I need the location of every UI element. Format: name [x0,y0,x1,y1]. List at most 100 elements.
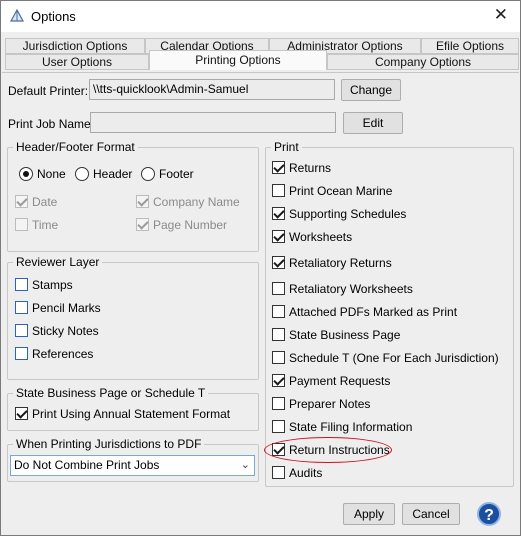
schedule-t-checkbox[interactable] [272,351,285,364]
print-item-state-business-page[interactable]: State Business Page [272,327,502,343]
time-option: Time [15,217,115,233]
state-business-page-label: State Business Page [289,328,401,342]
worksheets-checkbox[interactable] [272,230,285,243]
app-icon [9,8,25,22]
date-option: Date [15,194,115,210]
time-label: Time [32,218,59,232]
returns-label: Returns [289,161,332,175]
attached-pdfs-checkbox[interactable] [272,305,285,318]
print-item-ocean-marine[interactable]: Print Ocean Marine [272,183,502,199]
radio-header[interactable]: Header [75,167,135,183]
audits-checkbox[interactable] [272,466,285,479]
tab-company-options[interactable]: Company Options [327,54,519,70]
ocean-marine-checkbox[interactable] [272,184,285,197]
returns-checkbox[interactable] [272,161,285,174]
tab-user-options[interactable]: User Options [5,54,149,70]
stamps-option[interactable]: Stamps [15,277,215,293]
retaliatory-returns-checkbox[interactable] [272,256,285,269]
combine-print-jobs-value: Do Not Combine Print Jobs [14,458,160,472]
print-item-audits[interactable]: Audits [272,465,502,481]
radio-none-label: None [37,167,66,181]
state-business-page-checkbox[interactable] [272,328,285,341]
references-checkbox[interactable] [15,347,28,360]
sticky-notes-option[interactable]: Sticky Notes [15,323,215,339]
printing-options-panel: Default Printer: \\tts-quicklook\Admin-S… [2,72,519,496]
radio-footer[interactable]: Footer [141,167,201,183]
print-item-retaliatory-returns[interactable]: Retaliatory Returns [272,255,502,271]
preparer-notes-label: Preparer Notes [289,397,371,411]
cancel-button[interactable]: Cancel [402,503,460,525]
audits-label: Audits [289,466,323,480]
references-option[interactable]: References [15,346,215,362]
print-item-returns[interactable]: Returns [272,160,502,176]
ocean-marine-label: Print Ocean Marine [289,184,393,198]
annual-statement-option[interactable]: Print Using Annual Statement Format [15,406,250,422]
print-item-payment-requests[interactable]: Payment Requests [272,373,502,389]
help-icon[interactable]: ? [477,502,501,526]
radio-footer-control[interactable] [141,167,155,181]
company-name-label: Company Name [153,195,240,209]
sticky-notes-checkbox[interactable] [15,324,28,337]
state-filing-information-checkbox[interactable] [272,420,285,433]
page-number-checkbox [136,218,149,231]
references-label: References [32,347,94,361]
print-item-supporting-schedules[interactable]: Supporting Schedules [272,206,502,222]
jurisdictions-pdf-title: When Printing Jurisdictions to PDF [13,437,205,451]
print-item-attached-pdfs[interactable]: Attached PDFs Marked as Print [272,304,502,320]
pencil-marks-option[interactable]: Pencil Marks [15,300,215,316]
retaliatory-worksheets-checkbox[interactable] [272,282,285,295]
annual-statement-checkbox[interactable] [15,407,28,420]
radio-header-control[interactable] [75,167,89,181]
combine-print-jobs-select[interactable]: Do Not Combine Print Jobs ⌄ [10,455,255,476]
default-printer-label: Default Printer: [8,84,89,98]
chevron-down-icon[interactable]: ⌄ [241,456,250,475]
print-item-worksheets[interactable]: Worksheets [272,229,502,245]
payment-requests-checkbox[interactable] [272,374,285,387]
title-bar: Options ✕ [1,1,520,32]
date-label: Date [32,195,58,209]
pencil-marks-label: Pencil Marks [32,301,101,315]
print-job-name-field[interactable] [90,112,336,133]
apply-button[interactable]: Apply [343,503,395,525]
print-item-preparer-notes[interactable]: Preparer Notes [272,396,502,412]
retaliatory-returns-label: Retaliatory Returns [289,256,392,270]
close-icon[interactable]: ✕ [494,5,508,25]
retaliatory-worksheets-label: Retaliatory Worksheets [289,282,413,296]
radio-none[interactable]: None [19,167,79,183]
tab-efile-options[interactable]: Efile Options [421,38,519,54]
default-printer-field[interactable]: \\tts-quicklook\Admin-Samuel [89,79,335,100]
tab-jurisdiction-options[interactable]: Jurisdiction Options [5,38,145,54]
date-checkbox [15,195,28,208]
options-dialog: Options ✕ Jurisdiction Options Calendar … [0,0,521,536]
page-number-label: Page Number [153,218,228,232]
print-title: Print [271,140,302,154]
print-item-schedule-t[interactable]: Schedule T (One For Each Jurisdiction) [272,350,510,366]
header-footer-title: Header/Footer Format [13,140,138,154]
reviewer-layer-group: Reviewer Layer Stamps Pencil Marks Stick… [7,255,259,380]
return-instructions-highlight [264,437,392,463]
edit-button[interactable]: Edit [343,112,403,134]
print-item-state-filing-information[interactable]: State Filing Information [272,419,502,435]
supporting-schedules-checkbox[interactable] [272,207,285,220]
company-name-checkbox [136,195,149,208]
jurisdictions-pdf-group: When Printing Jurisdictions to PDF Do No… [7,437,259,482]
header-footer-group: Header/Footer Format None Header Footer … [7,140,259,252]
radio-footer-label: Footer [159,167,194,181]
page-number-option: Page Number [136,217,246,233]
supporting-schedules-label: Supporting Schedules [289,207,407,221]
payment-requests-label: Payment Requests [289,374,391,388]
pencil-marks-checkbox[interactable] [15,301,28,314]
annual-statement-label: Print Using Annual Statement Format [32,407,231,421]
state-filing-information-label: State Filing Information [289,420,413,434]
window-title: Options [31,9,76,24]
print-item-retaliatory-worksheets[interactable]: Retaliatory Worksheets [272,281,502,297]
print-job-name-label: Print Job Name: [8,117,95,131]
tab-printing-options[interactable]: Printing Options [149,50,327,70]
preparer-notes-checkbox[interactable] [272,397,285,410]
change-button[interactable]: Change [341,79,401,101]
reviewer-layer-title: Reviewer Layer [13,255,103,269]
radio-none-control[interactable] [19,167,33,181]
attached-pdfs-label: Attached PDFs Marked as Print [289,305,458,319]
stamps-checkbox[interactable] [15,278,28,291]
worksheets-label: Worksheets [289,230,353,244]
